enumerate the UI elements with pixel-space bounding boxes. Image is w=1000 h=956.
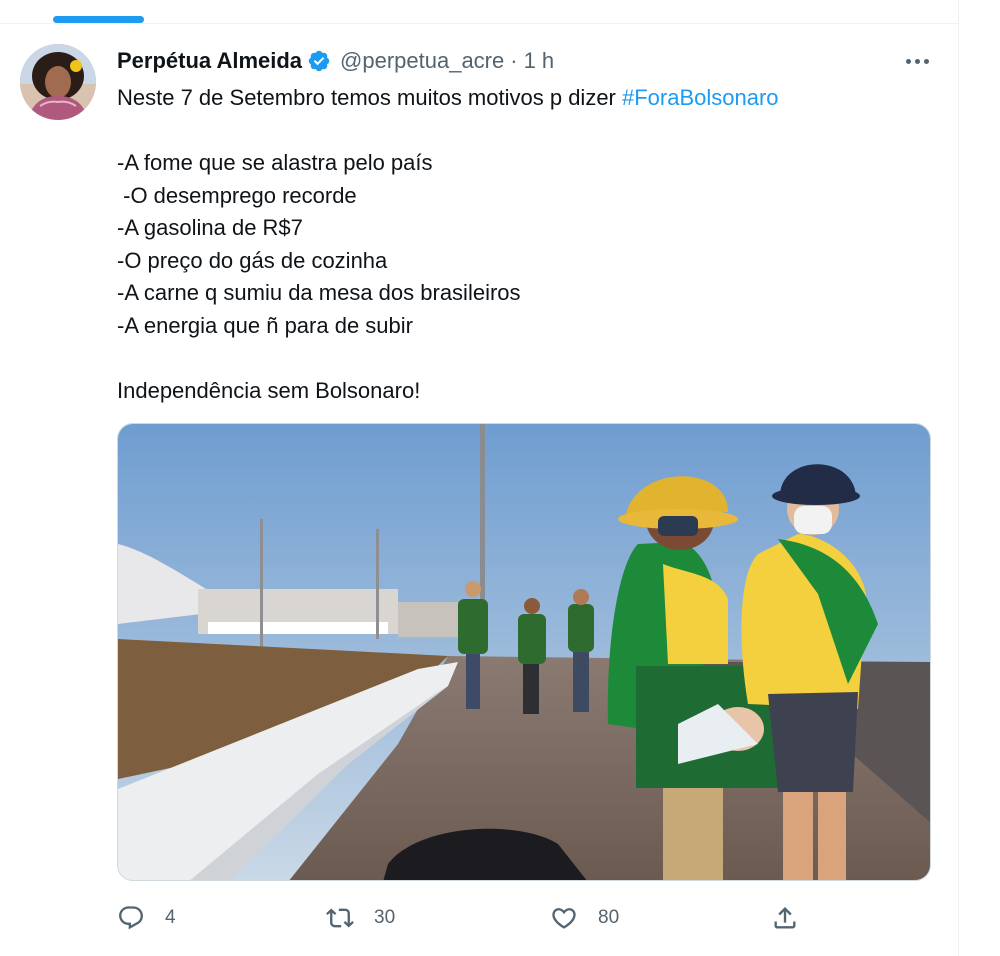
share-icon [774, 907, 796, 929]
share-button[interactable] [771, 898, 799, 938]
reply-icon [119, 906, 143, 930]
active-tab-indicator [53, 16, 144, 23]
top-divider [0, 23, 958, 24]
tweet-header: Perpétua Almeida @perpetua_acre · 1 h [117, 44, 554, 78]
hashtag-link[interactable]: #ForaBolsonaro [622, 85, 779, 110]
tweet-actions: 4 30 80 [117, 898, 817, 938]
more-dot [914, 58, 920, 64]
tweet-text-body: -A fome que se alastra pelo país -O dese… [117, 150, 521, 403]
retweet-button[interactable]: 30 [326, 898, 395, 938]
reply-count: 4 [165, 907, 176, 928]
more-dot [905, 58, 911, 64]
tweet-text: Neste 7 de Setembro temos muitos motivos… [117, 82, 937, 407]
photo-image [118, 424, 930, 880]
heart-icon [552, 908, 576, 929]
avatar-image [20, 44, 96, 120]
header-separator: · [510, 48, 518, 73]
more-dot [923, 58, 929, 64]
tweet-timestamp[interactable]: 1 h [524, 48, 555, 74]
like-button[interactable]: 80 [550, 898, 619, 938]
tweet-media-photo[interactable] [117, 423, 931, 881]
timeline-right-border [958, 0, 959, 956]
tweet-text-intro: Neste 7 de Setembro temos muitos motivos… [117, 85, 622, 110]
retweet-icon [326, 908, 354, 928]
author-handle[interactable]: @perpetua_acre [340, 48, 504, 74]
more-dots-icon[interactable] [900, 46, 934, 76]
retweet-count: 30 [374, 907, 396, 928]
avatar[interactable] [20, 44, 96, 120]
verified-badge-icon [307, 49, 331, 73]
reply-button[interactable]: 4 [117, 898, 176, 938]
like-count: 80 [598, 907, 620, 928]
author-display-name[interactable]: Perpétua Almeida [117, 48, 302, 74]
